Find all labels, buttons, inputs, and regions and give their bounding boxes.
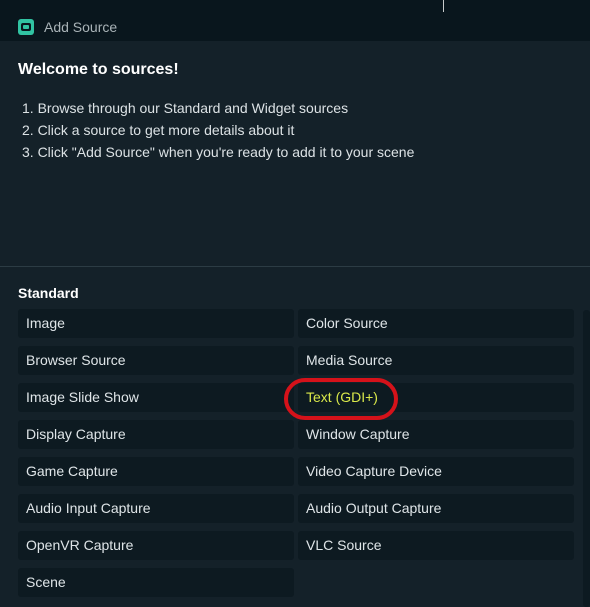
welcome-step: 1. Browse through our Standard and Widge… <box>22 100 349 116</box>
divider <box>443 0 444 12</box>
section-title-standard: Standard <box>18 285 79 301</box>
source-audio-output-capture[interactable]: Audio Output Capture <box>298 494 574 523</box>
source-video-capture-device[interactable]: Video Capture Device <box>298 457 574 486</box>
welcome-heading: Welcome to sources! <box>18 61 179 78</box>
standard-sources-panel: Standard Image Color Source Browser Sour… <box>0 267 590 607</box>
source-game-capture[interactable]: Game Capture <box>18 457 294 486</box>
source-browser-source[interactable]: Browser Source <box>18 346 294 375</box>
source-scene[interactable]: Scene <box>18 568 294 597</box>
top-strip <box>0 0 590 12</box>
window-title: Add Source <box>44 18 118 35</box>
source-openvr-capture[interactable]: OpenVR Capture <box>18 531 294 560</box>
scrollbar[interactable] <box>583 310 590 607</box>
welcome-step: 3. Click "Add Source" when you're ready … <box>22 144 415 160</box>
source-window-capture[interactable]: Window Capture <box>298 420 574 449</box>
source-color-source[interactable]: Color Source <box>298 309 574 338</box>
welcome-step: 2. Click a source to get more details ab… <box>22 122 295 138</box>
source-image-slide-show[interactable]: Image Slide Show <box>18 383 294 412</box>
welcome-panel: Welcome to sources! 1. Browse through ou… <box>0 41 590 266</box>
welcome-steps: 1. Browse through our Standard and Widge… <box>22 97 414 163</box>
source-image[interactable]: Image <box>18 309 294 338</box>
annotation-circle <box>284 378 398 420</box>
title-bar: Add Source <box>0 12 590 41</box>
source-vlc-source[interactable]: VLC Source <box>298 531 574 560</box>
source-media-source[interactable]: Media Source <box>298 346 574 375</box>
source-display-capture[interactable]: Display Capture <box>18 420 294 449</box>
source-audio-input-capture[interactable]: Audio Input Capture <box>18 494 294 523</box>
streamlabs-logo-icon <box>18 18 34 35</box>
add-source-window: Add Source Welcome to sources! 1. Browse… <box>0 0 590 607</box>
